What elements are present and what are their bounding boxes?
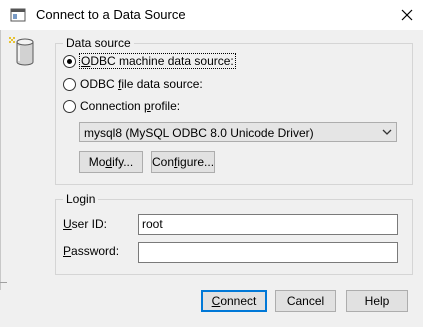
window-edge-mark [0, 282, 7, 283]
window-left-edge [0, 30, 1, 290]
cancel-button[interactable]: Cancel [275, 290, 336, 312]
dialog-window-icon [10, 8, 26, 22]
radio-file-data-source[interactable]: ODBC file data source: [63, 76, 203, 92]
radio-label-connection-profile: Connection profile: [80, 99, 181, 113]
user-id-input[interactable]: root [138, 214, 398, 235]
password-label: Password: [63, 244, 120, 258]
radio-label-file-data-source: ODBC file data source: [80, 77, 203, 91]
window-title: Connect to a Data Source [36, 7, 186, 22]
database-icon [9, 37, 34, 66]
close-icon [401, 9, 413, 21]
connect-button[interactable]: Connect [201, 290, 267, 312]
login-group: Login [55, 192, 413, 275]
data-source-group-label: Data source [63, 36, 134, 50]
data-source-select[interactable]: mysql8 (MySQL ODBC 8.0 Unicode Driver) [79, 122, 397, 142]
title-bar: Connect to a Data Source [0, 0, 423, 30]
radio-machine-data-source[interactable]: ODBC machine data source: [63, 53, 236, 69]
radio-button[interactable] [63, 99, 76, 113]
radio-button[interactable] [63, 77, 76, 91]
help-button[interactable]: Help [346, 290, 408, 312]
close-button[interactable] [395, 3, 419, 27]
user-id-label: User ID: [63, 217, 108, 231]
configure-button[interactable]: Configure... [151, 151, 215, 173]
selected-data-source: mysql8 (MySQL ODBC 8.0 Unicode Driver) [84, 126, 314, 140]
password-input[interactable] [138, 242, 398, 263]
radio-connection-profile[interactable]: Connection profile: [63, 98, 180, 114]
radio-label-machine-data-source: ODBC machine data source: [79, 53, 236, 69]
modify-button[interactable]: Modify... [79, 151, 143, 173]
radio-button-checked[interactable] [63, 54, 76, 68]
login-group-label: Login [63, 192, 99, 206]
chevron-down-icon [382, 129, 392, 135]
